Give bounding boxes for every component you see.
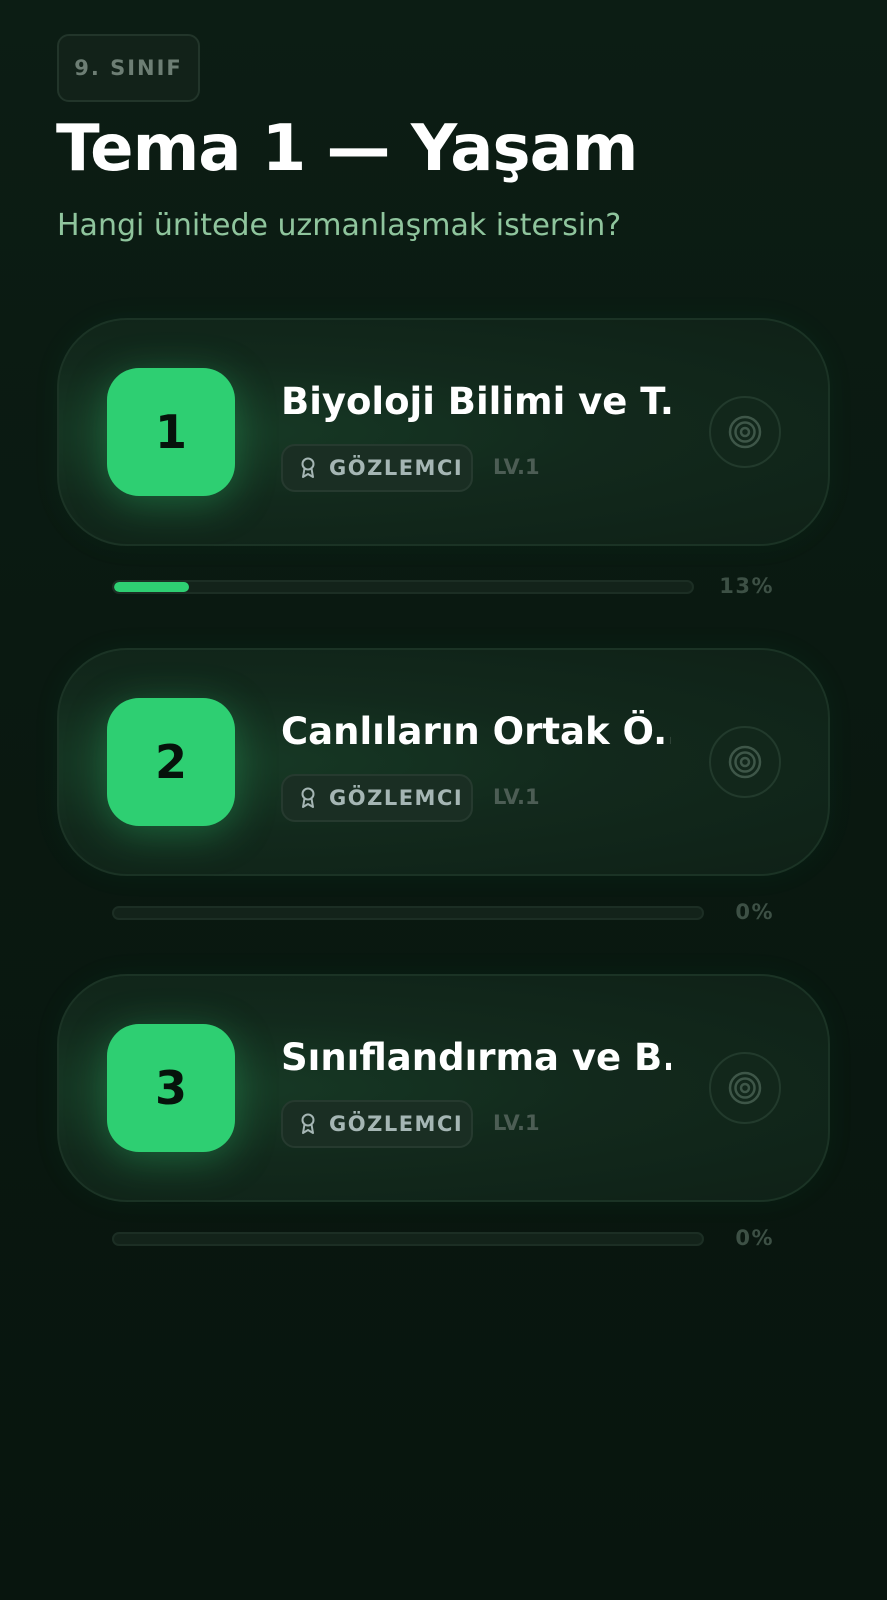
progress-bar: [112, 906, 704, 920]
award-ribbon-icon: [299, 1112, 317, 1136]
target-icon: [728, 415, 762, 449]
progress-fill: [114, 582, 190, 592]
unit-card-3[interactable]: 3 Sınıflandırma ve B... GÖZLEMCI LV.1: [57, 974, 830, 1202]
unit-title: Canlıların Ortak Ö...: [281, 710, 671, 753]
progress-bar: [112, 1232, 704, 1246]
rank-badge: GÖZLEMCI: [281, 1100, 473, 1148]
rank-label: GÖZLEMCI: [329, 786, 464, 810]
unit-number-tile: 2: [107, 698, 235, 826]
unit-card-1[interactable]: 1 Biyoloji Bilimi ve T... GÖZLEMCI LV.1: [57, 318, 830, 546]
unit-title: Sınıflandırma ve B...: [281, 1036, 671, 1079]
progress-percent: 0%: [735, 1226, 774, 1250]
level-label: LV.1: [493, 1111, 540, 1135]
unit-card-2[interactable]: 2 Canlıların Ortak Ö... GÖZLEMCI LV.1: [57, 648, 830, 876]
rank-label: GÖZLEMCI: [329, 456, 464, 480]
level-label: LV.1: [493, 785, 540, 809]
rank-badge: GÖZLEMCI: [281, 444, 473, 492]
progress-percent: 0%: [735, 900, 774, 924]
progress-percent: 13%: [719, 574, 774, 598]
target-icon: [728, 745, 762, 779]
rank-badge: GÖZLEMCI: [281, 774, 473, 822]
award-ribbon-icon: [299, 786, 317, 810]
rank-label: GÖZLEMCI: [329, 1112, 464, 1136]
unit-number-tile: 1: [107, 368, 235, 496]
target-icon: [728, 1071, 762, 1105]
progress-bar: [112, 580, 694, 594]
unit-number-tile: 3: [107, 1024, 235, 1152]
award-ribbon-icon: [299, 456, 317, 480]
target-button[interactable]: [709, 396, 781, 468]
page-subtitle: Hangi ünitede uzmanlaşmak istersin?: [57, 208, 622, 243]
unit-selection-screen: 9. SINIF Tema 1 — Yaşam Hangi ünitede uz…: [0, 0, 887, 1600]
unit-title: Biyoloji Bilimi ve T...: [281, 380, 671, 423]
page-title: Tema 1 — Yaşam: [56, 112, 638, 186]
target-button[interactable]: [709, 1052, 781, 1124]
target-button[interactable]: [709, 726, 781, 798]
level-label: LV.1: [493, 455, 540, 479]
grade-badge: 9. SINIF: [57, 34, 200, 102]
